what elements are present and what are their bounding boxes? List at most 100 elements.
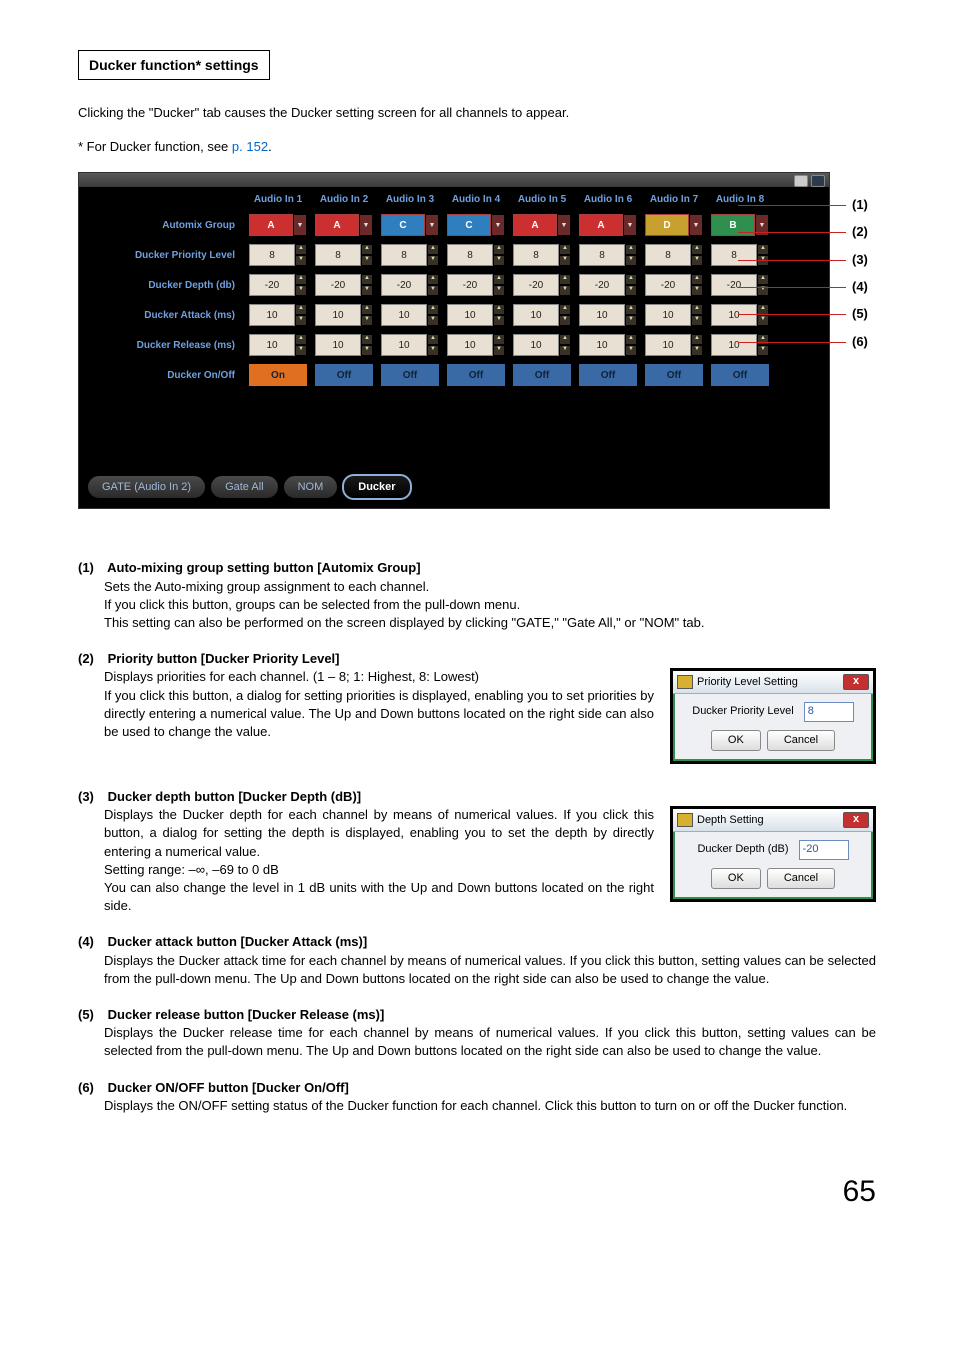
spinner-down-icon[interactable]: ▼: [361, 285, 373, 296]
chevron-down-icon[interactable]: ▼: [623, 214, 637, 236]
attack-button[interactable]: 10▲▼: [709, 302, 771, 328]
dialog-input[interactable]: -20: [799, 840, 849, 859]
priority-button[interactable]: 8▲▼: [709, 242, 771, 268]
release-value[interactable]: 10: [711, 334, 757, 356]
spinner-down-icon[interactable]: ▼: [427, 255, 439, 266]
attack-button[interactable]: 10▲▼: [577, 302, 639, 328]
spinner-down-icon[interactable]: ▼: [559, 345, 571, 356]
attack-value[interactable]: 10: [315, 304, 361, 326]
spinner-up-icon[interactable]: ▲: [625, 274, 637, 285]
spinner-down-icon[interactable]: ▼: [757, 315, 769, 326]
release-button[interactable]: 10▲▼: [313, 332, 375, 358]
depth-button[interactable]: -20▲▼: [247, 272, 309, 298]
spinner-up-icon[interactable]: ▲: [427, 334, 439, 345]
release-value[interactable]: 10: [315, 334, 361, 356]
automix-group-dropdown[interactable]: B▼: [709, 212, 771, 238]
attack-value[interactable]: 10: [249, 304, 295, 326]
ducker-onoff-button[interactable]: Off: [313, 362, 375, 388]
spinner-up-icon[interactable]: ▲: [427, 304, 439, 315]
depth-button[interactable]: -20▲▼: [313, 272, 375, 298]
spinner-up-icon[interactable]: ▲: [295, 304, 307, 315]
spinner-up-icon[interactable]: ▲: [427, 244, 439, 255]
spinner-down-icon[interactable]: ▼: [427, 315, 439, 326]
attack-button[interactable]: 10▲▼: [313, 302, 375, 328]
release-value[interactable]: 10: [447, 334, 493, 356]
release-button[interactable]: 10▲▼: [643, 332, 705, 358]
automix-group-dropdown[interactable]: A▼: [511, 212, 573, 238]
dialog-input[interactable]: 8: [804, 702, 854, 721]
automix-group-value[interactable]: A: [513, 214, 557, 236]
release-value[interactable]: 10: [381, 334, 427, 356]
depth-button[interactable]: -20▲▼: [511, 272, 573, 298]
spinner-up-icon[interactable]: ▲: [295, 334, 307, 345]
spinner-up-icon[interactable]: ▲: [295, 244, 307, 255]
priority-button[interactable]: 8▲▼: [247, 242, 309, 268]
priority-value[interactable]: 8: [249, 244, 295, 266]
chevron-down-icon[interactable]: ▼: [293, 214, 307, 236]
spinner-down-icon[interactable]: ▼: [427, 285, 439, 296]
priority-value[interactable]: 8: [711, 244, 757, 266]
spinner-down-icon[interactable]: ▼: [691, 345, 703, 356]
release-button[interactable]: 10▲▼: [709, 332, 771, 358]
spinner-down-icon[interactable]: ▼: [295, 315, 307, 326]
release-button[interactable]: 10▲▼: [445, 332, 507, 358]
ducker-onoff-button[interactable]: Off: [709, 362, 771, 388]
spinner-down-icon[interactable]: ▼: [559, 315, 571, 326]
spinner-down-icon[interactable]: ▼: [493, 255, 505, 266]
automix-group-value[interactable]: A: [249, 214, 293, 236]
spinner-up-icon[interactable]: ▲: [361, 334, 373, 345]
spinner-up-icon[interactable]: ▲: [691, 304, 703, 315]
automix-group-value[interactable]: A: [315, 214, 359, 236]
spinner-up-icon[interactable]: ▲: [493, 334, 505, 345]
release-value[interactable]: 10: [513, 334, 559, 356]
spinner-up-icon[interactable]: ▲: [559, 274, 571, 285]
automix-group-dropdown[interactable]: C▼: [445, 212, 507, 238]
chevron-down-icon[interactable]: ▼: [557, 214, 571, 236]
priority-value[interactable]: 8: [645, 244, 691, 266]
ducker-onoff-button[interactable]: Off: [511, 362, 573, 388]
depth-value[interactable]: -20: [447, 274, 493, 296]
attack-button[interactable]: 10▲▼: [643, 302, 705, 328]
spinner-down-icon[interactable]: ▼: [295, 345, 307, 356]
page-link[interactable]: p. 152: [232, 139, 268, 154]
chevron-down-icon[interactable]: ▼: [491, 214, 505, 236]
release-value[interactable]: 10: [579, 334, 625, 356]
close-icon[interactable]: x: [843, 674, 869, 690]
attack-button[interactable]: 10▲▼: [445, 302, 507, 328]
automix-group-value[interactable]: C: [447, 214, 491, 236]
spinner-down-icon[interactable]: ▼: [295, 285, 307, 296]
spinner-up-icon[interactable]: ▲: [559, 304, 571, 315]
priority-value[interactable]: 8: [315, 244, 361, 266]
spinner-up-icon[interactable]: ▲: [691, 274, 703, 285]
depth-button[interactable]: -20▲▼: [379, 272, 441, 298]
release-value[interactable]: 10: [645, 334, 691, 356]
spinner-up-icon[interactable]: ▲: [757, 274, 769, 285]
spinner-up-icon[interactable]: ▲: [757, 304, 769, 315]
attack-button[interactable]: 10▲▼: [247, 302, 309, 328]
attack-button[interactable]: 10▲▼: [511, 302, 573, 328]
spinner-up-icon[interactable]: ▲: [361, 304, 373, 315]
priority-button[interactable]: 8▲▼: [511, 242, 573, 268]
automix-group-dropdown[interactable]: D▼: [643, 212, 705, 238]
spinner-up-icon[interactable]: ▲: [625, 244, 637, 255]
depth-value[interactable]: -20: [579, 274, 625, 296]
depth-value[interactable]: -20: [249, 274, 295, 296]
priority-button[interactable]: 8▲▼: [643, 242, 705, 268]
chevron-down-icon[interactable]: ▼: [689, 214, 703, 236]
tab-ducker[interactable]: Ducker: [342, 474, 411, 500]
cancel-button[interactable]: Cancel: [767, 730, 835, 751]
spinner-down-icon[interactable]: ▼: [427, 345, 439, 356]
depth-button[interactable]: -20▲▼: [709, 272, 771, 298]
ducker-onoff-button[interactable]: Off: [445, 362, 507, 388]
attack-value[interactable]: 10: [513, 304, 559, 326]
ok-button[interactable]: OK: [711, 868, 761, 889]
spinner-down-icon[interactable]: ▼: [691, 255, 703, 266]
ducker-onoff-button[interactable]: Off: [577, 362, 639, 388]
spinner-up-icon[interactable]: ▲: [493, 304, 505, 315]
depth-value[interactable]: -20: [315, 274, 361, 296]
depth-value[interactable]: -20: [711, 274, 757, 296]
release-button[interactable]: 10▲▼: [379, 332, 441, 358]
automix-group-dropdown[interactable]: A▼: [313, 212, 375, 238]
spinner-down-icon[interactable]: ▼: [361, 255, 373, 266]
chevron-down-icon[interactable]: ▼: [755, 214, 769, 236]
